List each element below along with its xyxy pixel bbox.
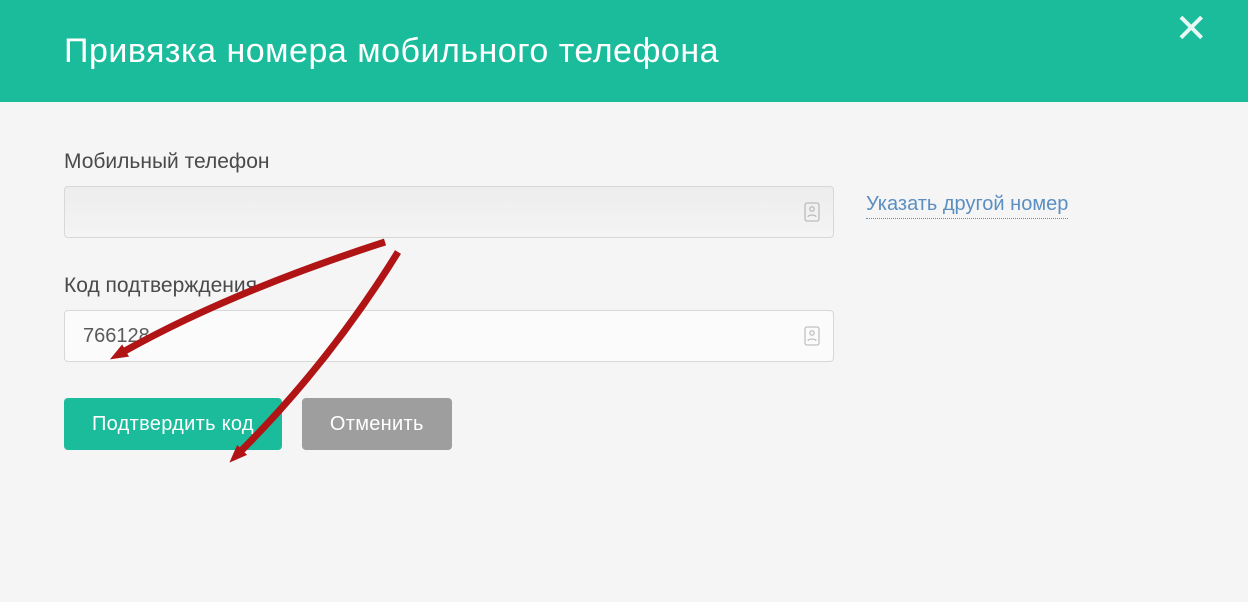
dialog-title: Привязка номера мобильного телефона [64,32,719,71]
close-icon[interactable]: ✕ [1174,6,1208,52]
dialog-header: Привязка номера мобильного телефона ✕ [0,0,1248,102]
contact-card-icon [804,202,820,222]
confirm-button[interactable]: Подтвердить код [64,398,282,450]
dialog-body: Мобильный телефон Указать другой номер К… [0,102,1248,498]
phone-label: Мобильный телефон [64,150,834,174]
change-number-link[interactable]: Указать другой номер [866,193,1068,219]
cancel-button[interactable]: Отменить [302,398,452,450]
code-input[interactable] [64,310,834,362]
code-label: Код подтверждения [64,274,834,298]
contact-card-icon [804,326,820,346]
phone-input [64,186,834,238]
